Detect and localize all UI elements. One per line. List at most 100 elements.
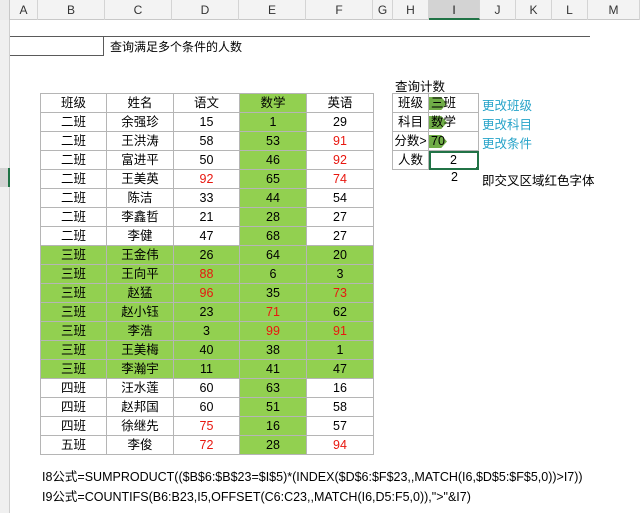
cell-chinese[interactable]: 96 (173, 283, 240, 303)
query-label-score[interactable]: 分数> (392, 131, 429, 151)
cell-name[interactable]: 赵小钰 (106, 302, 174, 322)
query-label-class[interactable]: 班级 (392, 93, 429, 113)
cell-english[interactable]: 27 (306, 226, 374, 246)
column-header-M[interactable]: M (588, 0, 640, 20)
cell-chinese[interactable]: 75 (173, 416, 240, 436)
header-english[interactable]: 英语 (306, 93, 374, 113)
cell-english[interactable]: 27 (306, 207, 374, 227)
cell-english[interactable]: 91 (306, 131, 374, 151)
cell-chinese[interactable]: 60 (173, 397, 240, 417)
change-class-link[interactable]: 更改班级 (482, 95, 532, 114)
cell-name[interactable]: 徐继先 (106, 416, 174, 436)
cell-math[interactable]: 51 (239, 397, 307, 417)
cell-chinese[interactable]: 26 (173, 245, 240, 265)
cell-math[interactable]: 41 (239, 359, 307, 379)
cell-class[interactable]: 三班 (40, 245, 107, 265)
cell-math[interactable]: 64 (239, 245, 307, 265)
cell-math[interactable]: 6 (239, 264, 307, 284)
cell-math[interactable]: 28 (239, 207, 307, 227)
cell-chinese[interactable]: 21 (173, 207, 240, 227)
cell-class[interactable]: 二班 (40, 112, 107, 132)
cell-math[interactable]: 46 (239, 150, 307, 170)
column-header-D[interactable]: D (172, 0, 239, 20)
header-name[interactable]: 姓名 (106, 93, 174, 113)
column-header-B[interactable]: B (38, 0, 105, 20)
score-dropdown-cell[interactable]: 70 (428, 131, 479, 151)
cell-name[interactable]: 陈洁 (106, 188, 174, 208)
cell-class[interactable]: 三班 (40, 264, 107, 284)
cell-chinese[interactable]: 92 (173, 169, 240, 189)
cell-class[interactable]: 二班 (40, 207, 107, 227)
cell-chinese[interactable]: 58 (173, 131, 240, 151)
select-all-corner[interactable] (0, 0, 10, 20)
cell-class[interactable]: 四班 (40, 378, 107, 398)
cell-english[interactable]: 47 (306, 359, 374, 379)
cell-chinese[interactable]: 47 (173, 226, 240, 246)
cell-name[interactable]: 王向平 (106, 264, 174, 284)
cell-name[interactable]: 王洪涛 (106, 131, 174, 151)
cell-name[interactable]: 李鑫哲 (106, 207, 174, 227)
cell-english[interactable]: 29 (306, 112, 374, 132)
cell-english[interactable]: 74 (306, 169, 374, 189)
cell-math[interactable]: 68 (239, 226, 307, 246)
cell-name[interactable]: 李瀚宇 (106, 359, 174, 379)
cell-english[interactable]: 58 (306, 397, 374, 417)
cell-name[interactable]: 赵邦国 (106, 397, 174, 417)
cell-math[interactable]: 38 (239, 340, 307, 360)
cell-english[interactable]: 92 (306, 150, 374, 170)
cell-chinese[interactable]: 33 (173, 188, 240, 208)
cell-math[interactable]: 1 (239, 112, 307, 132)
count-result-cell[interactable]: 2 (428, 150, 479, 170)
header-chinese[interactable]: 语文 (173, 93, 240, 113)
cell-english[interactable]: 73 (306, 283, 374, 303)
cell-chinese[interactable]: 72 (173, 435, 240, 455)
cell-class[interactable]: 二班 (40, 150, 107, 170)
cell-math[interactable]: 35 (239, 283, 307, 303)
cell-chinese[interactable]: 88 (173, 264, 240, 284)
cell-class[interactable]: 四班 (40, 416, 107, 436)
header-math[interactable]: 数学 (239, 93, 307, 113)
cell-math[interactable]: 65 (239, 169, 307, 189)
cell-class[interactable]: 三班 (40, 302, 107, 322)
cell-class[interactable]: 二班 (40, 169, 107, 189)
cell-name[interactable]: 富进平 (106, 150, 174, 170)
cell-name[interactable]: 王美英 (106, 169, 174, 189)
cell-name[interactable]: 李俊 (106, 435, 174, 455)
column-header-H[interactable]: H (393, 0, 429, 20)
query-label-count[interactable]: 人数 (392, 150, 429, 170)
column-header-I[interactable]: I (429, 0, 480, 20)
header-class[interactable]: 班级 (40, 93, 107, 113)
cell-math[interactable]: 16 (239, 416, 307, 436)
cell-name[interactable]: 王金伟 (106, 245, 174, 265)
cell-math[interactable]: 44 (239, 188, 307, 208)
cell-name[interactable]: 李浩 (106, 321, 174, 341)
cell-chinese[interactable]: 50 (173, 150, 240, 170)
cell-chinese[interactable]: 40 (173, 340, 240, 360)
cell-name[interactable]: 余强珍 (106, 112, 174, 132)
cell-name[interactable]: 赵猛 (106, 283, 174, 303)
cell-english[interactable]: 94 (306, 435, 374, 455)
cell-class[interactable]: 三班 (40, 359, 107, 379)
cell-english[interactable]: 54 (306, 188, 374, 208)
cell-name[interactable]: 王美梅 (106, 340, 174, 360)
cell-name[interactable]: 李健 (106, 226, 174, 246)
cell-name[interactable]: 汪水莲 (106, 378, 174, 398)
query-label-subject[interactable]: 科目 (392, 112, 429, 132)
class-dropdown-cell[interactable]: 三班 (428, 93, 479, 113)
cell-class[interactable]: 三班 (40, 340, 107, 360)
cell-math[interactable]: 53 (239, 131, 307, 151)
cell-chinese[interactable]: 60 (173, 378, 240, 398)
column-header-G[interactable]: G (373, 0, 393, 20)
cell-class[interactable]: 五班 (40, 435, 107, 455)
cell-class[interactable]: 二班 (40, 131, 107, 151)
cell-math[interactable]: 28 (239, 435, 307, 455)
cell-class[interactable]: 三班 (40, 283, 107, 303)
selected-row-header[interactable] (0, 168, 10, 187)
cell-english[interactable]: 3 (306, 264, 374, 284)
cell-english[interactable]: 20 (306, 245, 374, 265)
subject-dropdown-cell[interactable]: 数学 (428, 112, 479, 132)
cell-english[interactable]: 1 (306, 340, 374, 360)
cell-class[interactable]: 三班 (40, 321, 107, 341)
cell-chinese[interactable]: 3 (173, 321, 240, 341)
column-header-F[interactable]: F (306, 0, 373, 20)
